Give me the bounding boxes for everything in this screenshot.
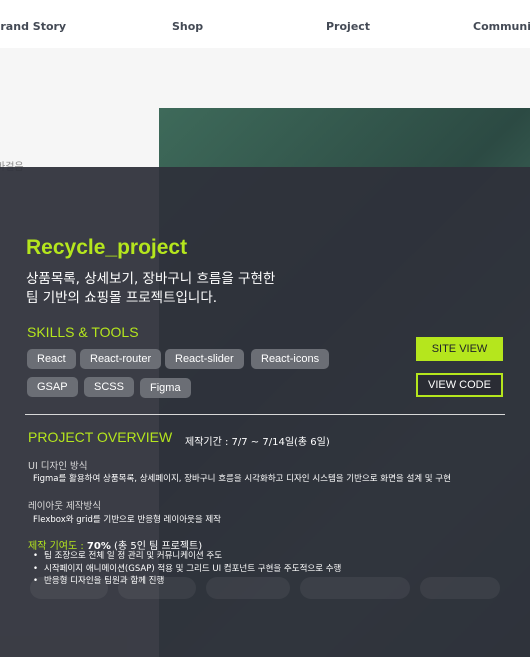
skills-heading: SKILLS & TOOLS xyxy=(27,324,139,340)
overview-heading: PROJECT OVERVIEW xyxy=(28,429,173,445)
skill-chip: React-icons xyxy=(251,349,330,369)
skill-chip: Figma xyxy=(140,378,191,398)
ghost-chip xyxy=(420,577,500,599)
layout-text: Flexbox와 grid를 기반으로 반응형 레이아웃을 제작 xyxy=(33,515,222,525)
section-divider xyxy=(25,414,505,415)
project-description: 상품목록, 상세보기, 장바구니 흐름을 구현한 팀 기반의 쇼핑몰 프로젝트입… xyxy=(26,270,326,308)
list-item: 반응형 디자인을 팀원과 함께 진행 xyxy=(33,575,341,588)
nav-shop[interactable]: Shop xyxy=(172,20,203,33)
nav-community[interactable]: Community xyxy=(473,20,530,33)
skill-chip: React-slider xyxy=(165,349,244,369)
project-title: Recycle_project xyxy=(26,236,188,259)
ui-design-text: Figma를 활용하여 상품목록, 상세페이지, 장바구니 흐름을 시각화하고 … xyxy=(33,474,451,484)
description-line: 상품목록, 상세보기, 장바구니 흐름을 구현한 xyxy=(26,271,276,287)
contribution-list: 팀 조장으로 전체 일 정 관리 및 커뮤니케이션 주도 시작페이지 애니메이션… xyxy=(33,550,341,588)
skill-chip: React-router xyxy=(80,349,162,369)
site-view-button[interactable]: SITE VIEW xyxy=(416,337,503,361)
top-nav: Brand Story Shop Project Community xyxy=(0,0,530,48)
list-item: 팀 조장으로 전체 일 정 관리 및 커뮤니케이션 주도 xyxy=(33,550,341,563)
project-detail-panel: Recycle_project 상품목록, 상세보기, 장바구니 흐름을 구현한… xyxy=(0,167,530,657)
list-item: 시작페이지 애니메이션(GSAP) 적용 및 그리드 UI 컴포넌트 구현을 주… xyxy=(33,563,341,576)
project-period: 제작기간 : 7/7 ~ 7/14일(총 6일) xyxy=(185,437,330,448)
skill-chip: SCSS xyxy=(84,377,134,397)
skill-chip: React xyxy=(27,349,76,369)
nav-project[interactable]: Project xyxy=(326,20,370,33)
view-code-button[interactable]: VIEW CODE xyxy=(416,373,503,397)
ui-design-heading: UI 디자인 방식 xyxy=(28,461,88,472)
description-line: 팀 기반의 쇼핑몰 프로젝트입니다. xyxy=(26,290,218,306)
nav-brand-story[interactable]: Brand Story xyxy=(0,20,66,33)
skill-chip: GSAP xyxy=(27,377,78,397)
layout-heading: 레이아웃 제작방식 xyxy=(28,501,101,512)
